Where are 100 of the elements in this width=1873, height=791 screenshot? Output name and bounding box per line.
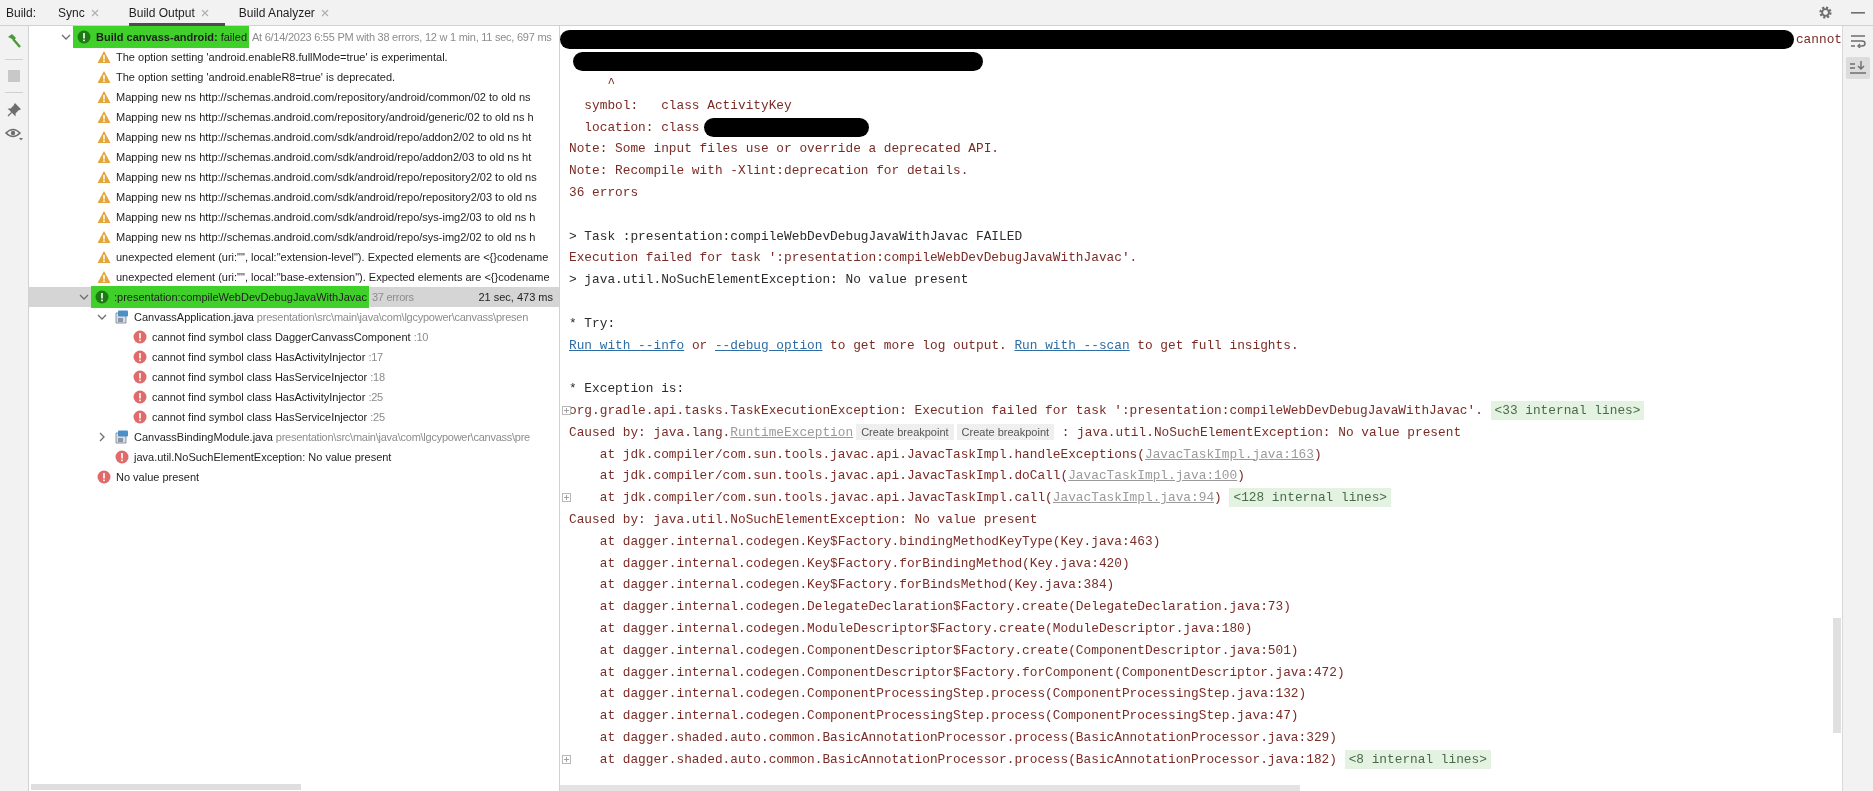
internal-lines-chip[interactable]: <128 internal lines> bbox=[1229, 488, 1392, 508]
console-text: org.gradle.api.tasks.TaskExecutionException: Execution failed for task ':presentation:compileWebDevDebugJavaWithJavac'. bbox=[569, 402, 1484, 418]
tab[interactable]: Build Analyzer bbox=[238, 0, 345, 26]
console-text: * Try: bbox=[569, 315, 616, 331]
console-text: to get full insights. bbox=[1136, 337, 1299, 353]
chevron-icon[interactable] bbox=[97, 312, 107, 322]
tree-item[interactable]: :presentation:compileWebDevDebugJavaWithJavac 37 errors 21 sec, 473 ms bbox=[29, 287, 559, 307]
tab[interactable]: Sync bbox=[58, 0, 115, 26]
scrollbar-thumb[interactable] bbox=[1833, 618, 1841, 733]
java-file-icon bbox=[115, 310, 129, 324]
console-link[interactable]: --debug option bbox=[714, 337, 823, 353]
console-text: * Exception is: bbox=[569, 381, 685, 397]
tree-label: unexpected element (uri:"", local:"extension-level"). Expected elements are <{}codename bbox=[116, 251, 549, 263]
warning-icon bbox=[97, 230, 111, 244]
scrollbar-thumb[interactable] bbox=[31, 784, 301, 790]
console-text: at dagger.shaded.auto.common.BasicAnnotationProcessor.process(BasicAnnotationProcessor.java:182) bbox=[598, 751, 1338, 767]
console-text: ^ bbox=[606, 76, 616, 91]
tree-item[interactable]: Mapping new ns http://schemas.android.com/repository/android/common/02 to old ns bbox=[29, 87, 559, 107]
tree-label: cannot find symbol class HasActivityInjector bbox=[152, 351, 366, 363]
console-text: at dagger.internal.codegen.ComponentProcessingStep.process(ComponentProcessingStep.java:47) bbox=[598, 708, 1299, 724]
tree-item[interactable]: Mapping new ns http://schemas.android.com/repository/android/generic/02 to old ns h bbox=[29, 107, 559, 127]
console-text: > Task :presentation:compileWebDevDebugJavaWithJavac FAILED bbox=[569, 228, 1023, 244]
tree-item[interactable]: Mapping new ns http://schemas.android.com/sdk/android/repo/repository2/03 to old ns bbox=[29, 187, 559, 207]
tree-item[interactable]: Mapping new ns http://schemas.android.com/sdk/android/repo/addon2/03 to old ns ht bbox=[29, 147, 559, 167]
warning-icon bbox=[97, 90, 111, 104]
settings-icon[interactable] bbox=[1818, 5, 1833, 20]
tree-detail: :18 bbox=[370, 371, 385, 383]
tree-label: :presentation:compileWebDevDebugJavaWithJavac bbox=[114, 291, 367, 303]
warning-icon bbox=[97, 170, 111, 184]
tree-item[interactable]: cannot find symbol class DaggerCanvassComponent :10 bbox=[29, 327, 559, 347]
tree-item[interactable]: No value present bbox=[29, 467, 559, 487]
tree-detail: :25 bbox=[370, 411, 385, 423]
scrollbar-thumb[interactable] bbox=[560, 785, 1300, 791]
tree-item[interactable]: java.util.NoSuchElementException: No value present bbox=[29, 447, 559, 467]
console-link[interactable]: Run with --scan bbox=[1014, 337, 1130, 353]
warning-icon bbox=[97, 50, 111, 64]
tree-label: No value present bbox=[116, 471, 200, 483]
duration-text: 21 sec, 473 ms bbox=[477, 291, 554, 303]
tree-item[interactable]: CanvassApplication.java presentation\src\main\java\com\lgcypower\canvass\presen bbox=[29, 307, 559, 327]
console-text: at dagger.internal.codegen.ComponentDescriptor$Factory.create(ComponentDescriptor.java:501) bbox=[598, 642, 1299, 658]
java-file-icon bbox=[115, 430, 129, 444]
console-text: at dagger.shaded.auto.common.BasicAnnotationProcessor.process(BasicAnnotationProcessor.java:329) bbox=[598, 729, 1337, 745]
console-text: at dagger.internal.codegen.Key$Factory.forBindingMethod(Key.java:420) bbox=[598, 555, 1130, 571]
tree-item[interactable]: The option setting 'android.enableR8=true' is deprecated. bbox=[29, 67, 559, 87]
error-icon bbox=[133, 350, 147, 364]
console-link[interactable]: Run with --info bbox=[569, 337, 685, 353]
internal-lines-chip[interactable]: <8 internal lines> bbox=[1344, 749, 1491, 769]
console-text: at dagger.internal.codegen.Key$Factory.forBindsMethod(Key.java:384) bbox=[598, 577, 1115, 593]
error-icon bbox=[133, 370, 147, 384]
tree-item[interactable]: Mapping new ns http://schemas.android.com/sdk/android/repo/sys-img2/03 to old ns h bbox=[29, 207, 559, 227]
soft-wrap-icon[interactable] bbox=[1850, 34, 1866, 48]
warning-icon bbox=[97, 130, 111, 144]
console-text: at dagger.internal.codegen.ComponentProcessingStep.process(ComponentProcessingStep.java:132) bbox=[598, 686, 1307, 702]
pin-icon[interactable] bbox=[7, 103, 21, 117]
tree-label: Mapping new ns http://schemas.android.com/repository/android/generic/02 to old ns h bbox=[116, 111, 534, 123]
warning-icon bbox=[97, 210, 111, 224]
internal-lines-chip[interactable]: <33 internal lines> bbox=[1490, 400, 1645, 420]
chevron-icon[interactable] bbox=[97, 432, 107, 442]
warning-icon bbox=[97, 190, 111, 204]
tree-label: Mapping new ns http://schemas.android.com/sdk/android/repo/repository2/03 to old ns bbox=[116, 191, 537, 203]
warning-icon bbox=[97, 250, 111, 264]
hammer-icon[interactable] bbox=[6, 33, 22, 49]
breakpoint-chip[interactable]: Create breakpoint bbox=[856, 424, 954, 441]
close-icon[interactable] bbox=[200, 8, 209, 17]
console-text: ) bbox=[1237, 468, 1245, 484]
expand-icon[interactable] bbox=[562, 405, 571, 415]
panel-label: Build: bbox=[6, 5, 37, 20]
expand-icon[interactable] bbox=[562, 754, 571, 764]
eye-icon[interactable] bbox=[5, 127, 23, 141]
tree-item[interactable]: Build canvass-android: failed At 6/14/2023 6:55 PM with 38 errors, 12 w 1 min, 11 sec, 697 ms bbox=[29, 27, 559, 47]
tree-item[interactable]: cannot find symbol class HasServiceInjector :25 bbox=[29, 407, 559, 427]
tree-item[interactable]: The option setting 'android.enableR8.fullMode=true' is experimental. bbox=[29, 47, 559, 67]
tree-detail: At 6/14/2023 6:55 PM with 38 errors, 12 w 1 min, 11 sec, 697 ms bbox=[252, 31, 552, 43]
chevron-icon[interactable] bbox=[61, 32, 71, 42]
console-text: ) bbox=[1313, 446, 1322, 462]
tree-label: cannot find symbol class DaggerCanvassComponent bbox=[152, 331, 411, 343]
chevron-icon[interactable] bbox=[79, 292, 89, 302]
tree-detail: :10 bbox=[413, 331, 429, 343]
tree-item[interactable]: unexpected element (uri:"", local:"extension-level"). Expected elements are <{}codename bbox=[29, 247, 559, 267]
console-text: Note: Some input files use or override a deprecated API. bbox=[569, 141, 1000, 157]
tree-detail: presentation\src\main\java\com\lgcypower\canvass\presen bbox=[256, 311, 529, 323]
scroll-to-end-icon[interactable] bbox=[1846, 57, 1870, 79]
tree-item[interactable]: CanvassBindingModule.java presentation\src\main\java\com\lgcypower\canvass\pre bbox=[29, 427, 559, 447]
close-icon[interactable] bbox=[90, 8, 99, 17]
tree-label: Mapping new ns http://schemas.android.com/sdk/android/repo/addon2/03 to old ns ht bbox=[116, 151, 532, 163]
breakpoint-chip[interactable]: Create breakpoint bbox=[956, 424, 1055, 441]
tree-item[interactable]: Mapping new ns http://schemas.android.com/sdk/android/repo/sys-img2/02 to old ns h bbox=[29, 227, 559, 247]
tree-item[interactable]: cannot find symbol class HasActivityInjector :17 bbox=[29, 347, 559, 367]
tree-item[interactable]: cannot find symbol class HasActivityInjector :25 bbox=[29, 387, 559, 407]
expand-icon[interactable] bbox=[562, 493, 571, 503]
tree-label: Mapping new ns http://schemas.android.com/sdk/android/repo/sys-img2/03 to old ns h bbox=[116, 211, 536, 223]
tree-item[interactable]: unexpected element (uri:"", local:"base-extension"). Expected elements are <{}codename bbox=[29, 267, 559, 287]
console-text: at jdk.compiler/com.sun.tools.javac.api.JavacTaskImpl.doCall( bbox=[598, 468, 1069, 484]
tree-item[interactable]: cannot find symbol class HasServiceInjector :18 bbox=[29, 367, 559, 387]
close-icon[interactable] bbox=[320, 8, 329, 17]
tree-item[interactable]: Mapping new ns http://schemas.android.com/sdk/android/repo/addon2/02 to old ns ht bbox=[29, 127, 559, 147]
error-icon bbox=[115, 450, 129, 464]
tree-label: CanvassApplication.java bbox=[134, 311, 254, 323]
console-text: Caused by: java.util.NoSuchElementException: No value present bbox=[569, 511, 1038, 527]
tree-item[interactable]: Mapping new ns http://schemas.android.com/sdk/android/repo/repository2/02 to old ns bbox=[29, 167, 559, 187]
